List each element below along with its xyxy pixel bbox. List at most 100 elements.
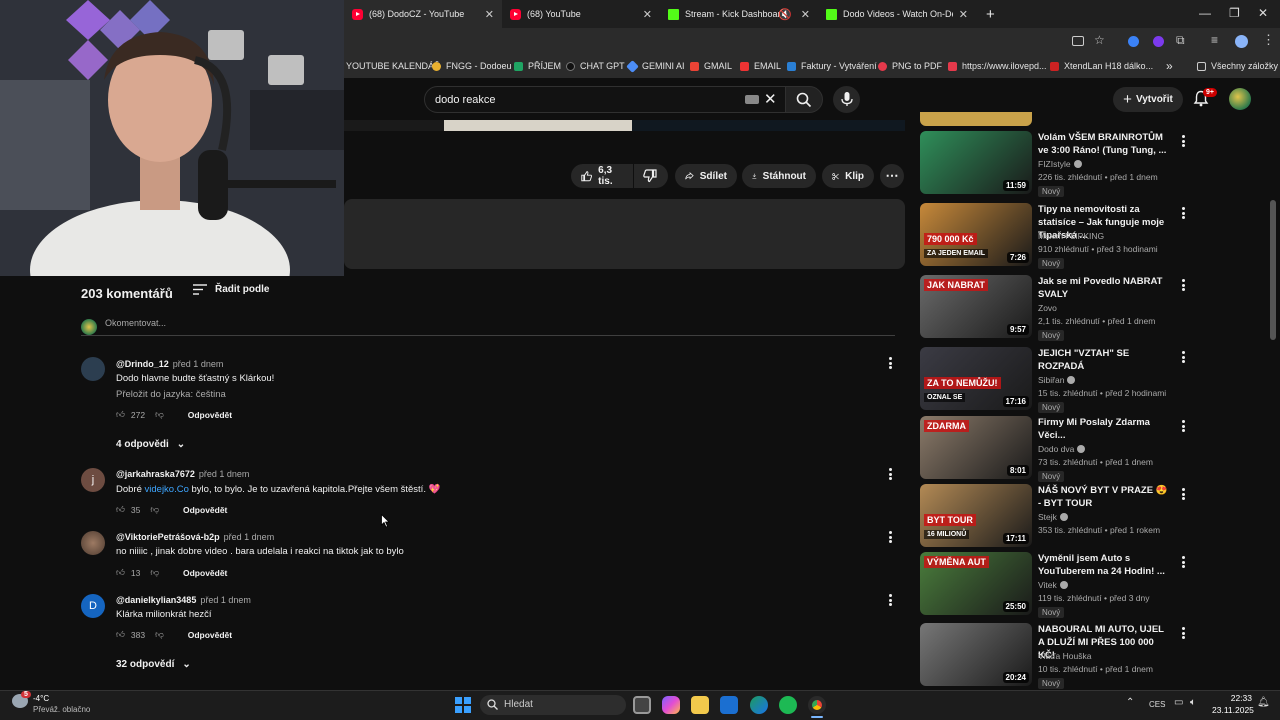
- bookmark-item[interactable]: PŘÍJEM: [514, 61, 561, 71]
- all-bookmarks-button[interactable]: Všechny záložky: [1197, 61, 1278, 71]
- video-thumbnail[interactable]: 790 000 Kč ZA JEDEN EMAIL 7:26: [920, 203, 1032, 266]
- like-button[interactable]: 6,3 tis.: [571, 164, 633, 188]
- video-menu-icon[interactable]: [1182, 488, 1185, 500]
- close-icon[interactable]: ✕: [801, 8, 810, 21]
- avatar[interactable]: j: [81, 468, 105, 492]
- related-video-item[interactable]: 790 000 Kč ZA JEDEN EMAIL 7:26 Tipy na nemo…: [920, 203, 1190, 269]
- video-thumbnail[interactable]: 11:59: [920, 131, 1032, 194]
- related-video-item[interactable]: 20:24 NABOURAL MI AUTO, UJEL A DLUŽÍ MI P…: [920, 623, 1190, 689]
- sort-comments-button[interactable]: Řadit podle: [193, 284, 269, 295]
- weather-description[interactable]: Převáž. oblačno: [33, 705, 90, 714]
- translate-link[interactable]: Přeložit do jazyka: čeština: [116, 389, 226, 400]
- channel-name[interactable]: Vláďa Houška: [1038, 651, 1091, 661]
- video-menu-icon[interactable]: [1182, 351, 1185, 363]
- video-thumbnail[interactable]: 20:24: [920, 623, 1032, 686]
- bookmark-item[interactable]: CHAT GPT: [566, 61, 625, 71]
- video-menu-icon[interactable]: [1182, 420, 1185, 432]
- tab-dodocz-youtube[interactable]: (68) DodoCZ - YouTube ✕: [344, 0, 502, 28]
- comment-author[interactable]: @jarkahraska7672 před 1 dnem: [116, 469, 249, 479]
- channel-name[interactable]: Dodo dva: [1038, 444, 1086, 454]
- video-thumbnail-partial[interactable]: [920, 112, 1032, 126]
- thumbs-down-icon[interactable]: 👎︎: [155, 629, 164, 640]
- clock-time[interactable]: 22:33: [1222, 693, 1252, 703]
- related-video-item[interactable]: ZA TO NEMŮŽU! OZNAL SE 17:16 JEJICH "VZTAH"…: [920, 347, 1190, 413]
- comment-menu-icon[interactable]: [889, 357, 892, 369]
- bookmark-item[interactable]: GEMINI AI: [626, 59, 685, 73]
- mute-icon[interactable]: 🔇: [778, 8, 792, 21]
- thumbs-down-icon[interactable]: 👎︎: [150, 504, 159, 515]
- video-menu-icon[interactable]: [1182, 135, 1185, 147]
- search-input[interactable]: dodo reakce: [424, 86, 786, 113]
- notifications-button[interactable]: 9+: [1193, 88, 1217, 108]
- notification-center-icon[interactable]: 🔔︎: [1257, 697, 1270, 708]
- video-menu-icon[interactable]: [1182, 207, 1185, 219]
- comment-link[interactable]: videjko.Co: [145, 484, 189, 495]
- avatar[interactable]: D: [81, 594, 105, 618]
- reply-button[interactable]: Odpovědět: [183, 568, 227, 578]
- share-button[interactable]: Sdílet: [675, 164, 737, 188]
- related-video-item[interactable]: BYT TOUR 16 MILIONŮ 17:11 NÁŠ NOVÝ BYT V PR…: [920, 484, 1190, 548]
- thumbs-up-icon[interactable]: 👍︎: [116, 504, 125, 515]
- channel-name[interactable]: Zovo: [1038, 303, 1057, 313]
- comment-menu-icon[interactable]: [889, 531, 892, 543]
- view-replies-button[interactable]: 32 odpovědí ⌄: [116, 659, 191, 670]
- chrome-icon[interactable]: [808, 696, 826, 714]
- tab-kick-dashboard[interactable]: Stream - Kick Dashboard 🔇 ✕: [660, 0, 818, 28]
- video-menu-icon[interactable]: [1182, 556, 1185, 568]
- video-title[interactable]: JEJICH "VZTAH" SE ROZPADÁ: [1038, 347, 1170, 373]
- video-title[interactable]: Vyměnil jsem Auto s YouTuberem na 24 Hod…: [1038, 552, 1170, 578]
- video-thumbnail[interactable]: ZA TO NEMŮŽU! OZNAL SE 17:16: [920, 347, 1032, 410]
- create-button[interactable]: + Vytvořit: [1113, 87, 1183, 112]
- video-thumbnail[interactable]: JAK NABRAT 9:57: [920, 275, 1032, 338]
- windows-start-icon[interactable]: [455, 697, 471, 713]
- bookmark-item[interactable]: XtendLan H18 dálko...: [1050, 61, 1153, 71]
- extension-icon[interactable]: [1128, 36, 1139, 47]
- dislike-button[interactable]: [634, 164, 668, 188]
- bookmark-item[interactable]: GMAIL: [690, 61, 732, 71]
- tab-dodo-videos[interactable]: Dodo Videos - Watch On-Dem ✕: [818, 0, 976, 28]
- related-video-item[interactable]: 11:59 Volám VŠEM BRAINROTŮM ve 3:00 Ráno!…: [920, 131, 1190, 197]
- more-actions-button[interactable]: ⋯: [880, 164, 904, 188]
- file-explorer-icon[interactable]: [691, 696, 709, 714]
- clear-search-icon[interactable]: ✕: [764, 90, 777, 108]
- star-icon[interactable]: ☆: [1094, 33, 1105, 47]
- account-avatar[interactable]: [1229, 88, 1251, 110]
- video-title[interactable]: Jak se mi Povedlo NABRAT SVALY: [1038, 275, 1170, 301]
- bookmark-item[interactable]: PNG to PDF: [878, 61, 942, 71]
- bookmark-item[interactable]: Faktury - Vytváření: [787, 61, 877, 71]
- kebab-menu-icon[interactable]: ⋮: [1262, 32, 1275, 48]
- video-thumbnail[interactable]: BYT TOUR 16 MILIONŮ 17:11: [920, 484, 1032, 547]
- thumbs-down-icon[interactable]: 👎︎: [155, 409, 164, 420]
- related-video-item[interactable]: VÝMĚNA AUT 25:50 Vyměnil jsem Auto s YouTu…: [920, 552, 1190, 618]
- comment-author[interactable]: @danielkylian3485 před 1 dnem: [116, 595, 251, 605]
- close-icon[interactable]: ✕: [485, 8, 494, 21]
- bookmark-item[interactable]: https://www.ilovepd...: [948, 61, 1047, 71]
- copilot-icon[interactable]: [662, 696, 680, 714]
- related-video-item[interactable]: JAK NABRAT 9:57 Jak se mi Povedlo NABRAT S…: [920, 275, 1190, 341]
- scrollbar[interactable]: [1270, 200, 1276, 340]
- clip-button[interactable]: Klip: [822, 164, 874, 188]
- chevron-up-icon[interactable]: ⌃: [1126, 697, 1134, 708]
- extension-icon[interactable]: [1153, 36, 1164, 47]
- keyboard-icon[interactable]: [745, 95, 759, 104]
- network-icon[interactable]: ▭: [1174, 697, 1183, 708]
- view-replies-button[interactable]: 4 odpovědi ⌄: [116, 439, 185, 450]
- avatar[interactable]: [81, 357, 105, 381]
- video-menu-icon[interactable]: [1182, 627, 1185, 639]
- bookmark-item[interactable]: FNGG - Dodoeu: [432, 61, 512, 71]
- thumbs-up-icon[interactable]: 👍︎: [116, 409, 125, 420]
- channel-name[interactable]: FIZIstyle: [1038, 159, 1082, 169]
- comment-menu-icon[interactable]: [889, 594, 892, 606]
- avatar[interactable]: [81, 531, 105, 555]
- comment-author[interactable]: @ViktoriePetrášová-b2p před 1 dnem: [116, 532, 274, 542]
- channel-name[interactable]: Maxim FLIPKING: [1038, 231, 1104, 241]
- bookmark-item[interactable]: YOUTUBE KALENDÁŘ: [346, 61, 441, 71]
- volume-icon[interactable]: 🔈︎: [1190, 697, 1196, 708]
- tab-youtube[interactable]: (68) YouTube ✕: [502, 0, 660, 28]
- video-thumbnail[interactable]: ZDARMA 8:01: [920, 416, 1032, 479]
- bookmarks-more-button[interactable]: »: [1166, 59, 1173, 73]
- outlook-icon[interactable]: [720, 696, 738, 714]
- language-indicator[interactable]: CES: [1149, 700, 1165, 709]
- add-comment-input[interactable]: Okomentovat...: [81, 318, 895, 336]
- taskbar-search-input[interactable]: Hledat: [480, 695, 626, 715]
